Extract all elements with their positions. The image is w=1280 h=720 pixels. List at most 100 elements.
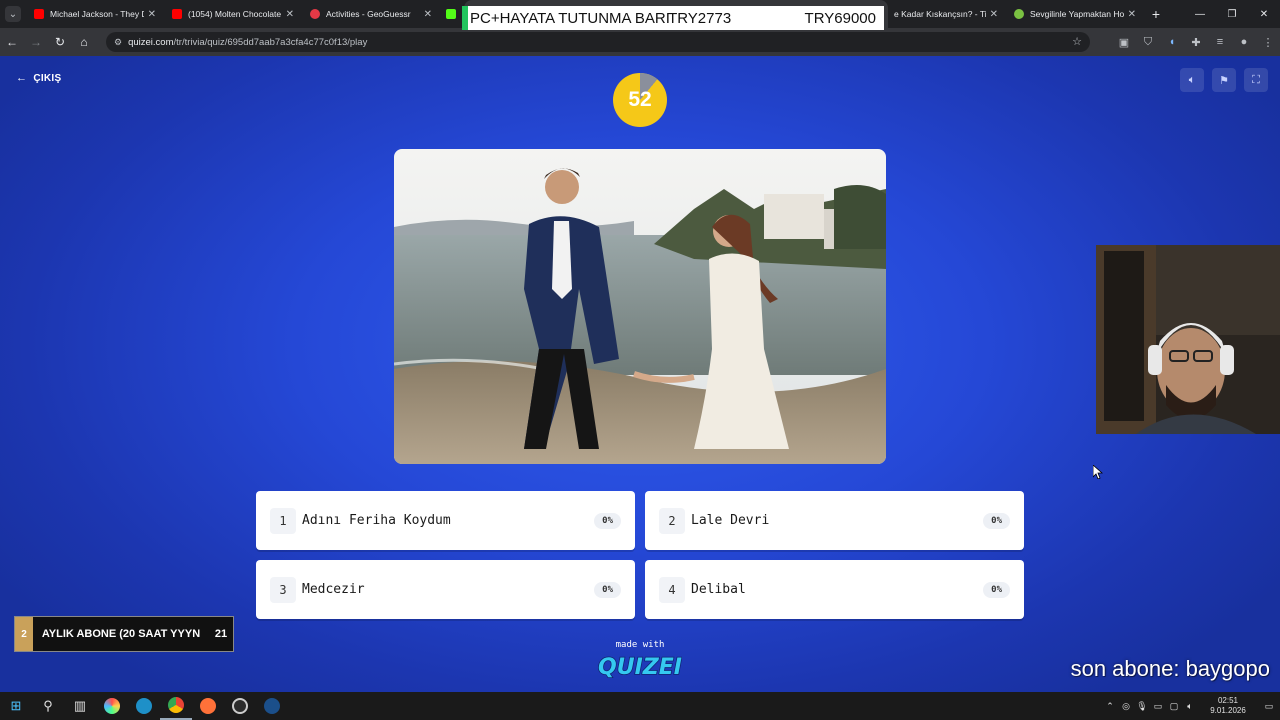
browser-tab[interactable]: Sevgilinle Yapmaktan Ho ✕: [1006, 0, 1144, 28]
edge-icon[interactable]: [128, 692, 160, 720]
webcam-feed: [1096, 245, 1280, 434]
system-tray: ⌃ ◎ 🎙︎ ▭ ▢ 🔈︎ 02:51 9.01.2026 ▭: [1102, 692, 1280, 720]
sub-goal-target: 21: [214, 628, 228, 640]
back-button[interactable]: ←: [0, 28, 24, 56]
notifications-icon[interactable]: ▭: [1258, 701, 1280, 712]
puzzle-icon[interactable]: ✚: [1184, 28, 1208, 56]
tab-title: Michael Jackson - They D: [50, 9, 144, 19]
bookmark-star-icon[interactable]: ☆: [1072, 35, 1082, 48]
fullscreen-button[interactable]: ⛶: [1244, 68, 1268, 92]
tab-search-button[interactable]: ⌄: [0, 0, 26, 28]
answer-text: Adını Feriha Koydum: [302, 513, 451, 528]
steam-icon[interactable]: [256, 692, 288, 720]
close-icon[interactable]: ✕: [286, 9, 294, 20]
browser-tab[interactable]: (1054) Molten Chocolate ✕: [164, 0, 302, 28]
media-icon[interactable]: ≡: [1208, 28, 1232, 56]
answer-option-1[interactable]: 1 Adını Feriha Koydum 0%: [256, 491, 635, 550]
url-path: /tr/trivia/quiz/695dd7aab7a3cfa4c77c0f13…: [173, 36, 368, 48]
answer-text: Lale Devri: [691, 513, 770, 528]
system-clock[interactable]: 02:51 9.01.2026: [1202, 696, 1254, 716]
chevron-up-icon[interactable]: ⌃: [1102, 701, 1118, 712]
restore-button[interactable]: ❐: [1216, 0, 1248, 28]
answer-number: 2: [659, 507, 685, 534]
clock-date: 9.01.2026: [1210, 706, 1246, 715]
app-icon[interactable]: [96, 692, 128, 720]
report-flag-button[interactable]: ⚑: [1212, 68, 1236, 92]
close-icon[interactable]: ✕: [1128, 9, 1136, 20]
question-image: [394, 149, 886, 464]
sub-goal-widget: 2 AYLIK ABONE (20 SAAT YYYN 21: [14, 616, 234, 652]
browser-tab[interactable]: e Kadar Kıskançsın? - Ti ✕: [888, 0, 1006, 28]
clock-time: 02:51: [1217, 696, 1239, 705]
close-icon[interactable]: ✕: [424, 9, 432, 20]
countdown-timer: 52: [613, 73, 667, 127]
answer-option-3[interactable]: 3 Medcezir 0%: [256, 560, 635, 619]
sub-goal-text: AYLIK ABONE (20 SAAT YYYN: [41, 627, 201, 640]
new-tab-button[interactable]: +: [1144, 0, 1168, 28]
close-window-button[interactable]: ✕: [1248, 0, 1280, 28]
forward-button[interactable]: →: [24, 28, 48, 56]
logo-text: QUIZEI: [598, 655, 682, 680]
chrome-logo: [168, 697, 184, 713]
network-icon[interactable]: ▭: [1150, 701, 1166, 712]
answer-option-2[interactable]: 2 Lale Devri 0%: [645, 491, 1024, 550]
chrome-icon[interactable]: [160, 692, 192, 720]
exit-button[interactable]: ← ÇIKIŞ: [16, 72, 61, 84]
address-bar[interactable]: ⚙ quizei.com/tr/trivia/quiz/695dd7aab7a3…: [106, 32, 1090, 52]
quiz-page: ← ÇIKIŞ 52 🔈︎ ⚑ ⛶ 1 Adını Feriha Koydum …: [0, 56, 1280, 692]
answer-percent: 0%: [983, 512, 1010, 529]
microphone-icon[interactable]: 🎙︎: [1134, 701, 1150, 712]
obs-icon[interactable]: [224, 692, 256, 720]
browser-tab[interactable]: Activities - GeoGuessr ✕: [302, 0, 440, 28]
url-host: quizei.com: [128, 36, 174, 48]
volume-icon[interactable]: 🔈︎: [1182, 701, 1198, 712]
extension-icons: ▣ ⛉ ◖ ✚ ≡ ● ⋮: [1112, 28, 1280, 56]
tab-title: Sevgilinle Yapmaktan Ho: [1030, 9, 1124, 19]
stream-goal-banner: PC+HAYATA TUTUNMA BARI TRY2773 TRY69000: [462, 6, 884, 30]
steam-logo: [264, 698, 280, 714]
mouse-cursor-icon: [1093, 465, 1103, 479]
profile-avatar[interactable]: ●: [1232, 28, 1256, 56]
reload-button[interactable]: ↻: [48, 28, 72, 56]
answer-option-4[interactable]: 4 Delibal 0%: [645, 560, 1024, 619]
obs-logo: [232, 698, 248, 714]
firefox-icon[interactable]: [192, 692, 224, 720]
kick-icon: [446, 9, 456, 19]
browser-toolbar: ← → ↻ ⌂ ⚙ quizei.com/tr/trivia/quiz/695d…: [0, 28, 1280, 56]
answer-number: 4: [659, 576, 685, 603]
answer-text: Medcezir: [302, 582, 365, 597]
banner-accent: [462, 6, 468, 30]
youtube-icon: [172, 9, 182, 19]
browser-tab[interactable]: [440, 0, 464, 28]
extension-icon[interactable]: ▣: [1112, 28, 1136, 56]
extension-icon[interactable]: ◖: [1160, 28, 1184, 56]
minimize-button[interactable]: —: [1184, 0, 1216, 28]
quiz-tools: 🔈︎ ⚑ ⛶: [1180, 68, 1268, 92]
start-button[interactable]: ⊞: [0, 692, 32, 720]
site-info-icon[interactable]: ⚙: [114, 37, 122, 48]
answer-percent: 0%: [594, 581, 621, 598]
tray-app-icon[interactable]: ◎: [1118, 701, 1134, 712]
answer-percent: 0%: [594, 512, 621, 529]
beach-couple-photo: [394, 149, 886, 464]
search-icon[interactable]: ⚲: [32, 692, 64, 720]
answer-percent: 0%: [983, 581, 1010, 598]
close-icon[interactable]: ✕: [148, 9, 156, 20]
geoguessr-icon: [310, 9, 320, 19]
timer-value: 52: [628, 88, 652, 111]
youtube-icon: [34, 9, 44, 19]
tab-title: (1054) Molten Chocolate: [188, 9, 282, 19]
answer-number: 1: [270, 507, 296, 534]
chevron-down-icon: ⌄: [5, 6, 21, 22]
banner-left-text: PC+HAYATA TUTUNMA BARI TRY2773: [470, 10, 805, 27]
monitor-icon[interactable]: ▢: [1166, 701, 1182, 712]
quizei-logo[interactable]: QUIZEI: [598, 650, 682, 682]
home-button[interactable]: ⌂: [72, 28, 96, 56]
task-view-icon[interactable]: ▥: [64, 692, 96, 720]
close-icon[interactable]: ✕: [990, 9, 998, 20]
sub-goal-current: 2: [15, 617, 33, 651]
more-menu-icon[interactable]: ⋮: [1256, 28, 1280, 56]
browser-tab[interactable]: Michael Jackson - They D ✕: [26, 0, 164, 28]
shield-icon[interactable]: ⛉: [1136, 28, 1160, 56]
sound-toggle-button[interactable]: 🔈︎: [1180, 68, 1204, 92]
